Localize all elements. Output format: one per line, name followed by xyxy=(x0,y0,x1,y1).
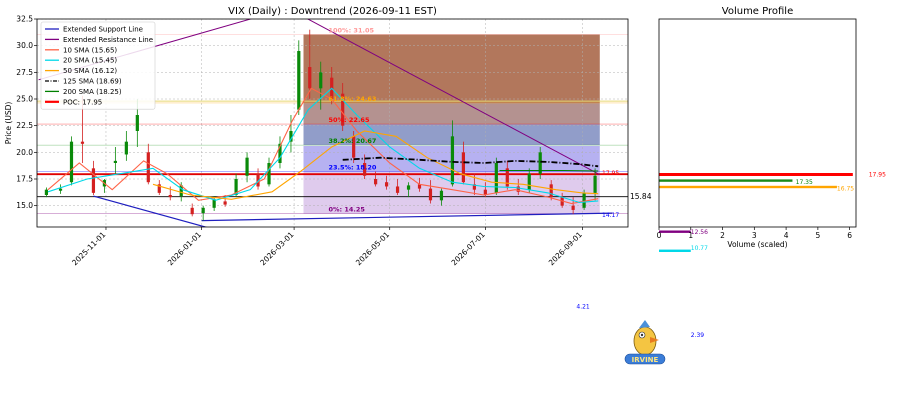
y-tick-label: 27.5 xyxy=(16,68,33,77)
candle-body xyxy=(308,67,312,89)
vp-chart-title: Volume Profile xyxy=(722,6,793,17)
price-level-label: 15.84 xyxy=(630,192,652,201)
volume-bar-label: 17.95 xyxy=(869,172,886,179)
candle-body xyxy=(571,205,575,210)
fib-band xyxy=(303,34,600,103)
vp-x-tick-label: 2 xyxy=(720,231,725,240)
price-level-label: 17.95 xyxy=(602,170,619,177)
fib-label: 38.2%: 20.67 xyxy=(328,137,376,145)
vp-x-tick-label: 0 xyxy=(657,231,662,240)
x-tick-label: 2026-09-01 xyxy=(547,230,584,267)
fib-label: 61.8%: 24.63 xyxy=(328,95,376,103)
candle-body xyxy=(58,188,63,191)
watermark-logo: IRVINE xyxy=(624,320,666,365)
candle-body xyxy=(395,186,400,193)
candle-body xyxy=(190,207,194,215)
candle-body xyxy=(439,190,444,201)
y-tick-label: 20.0 xyxy=(16,148,33,157)
chart-title: VIX (Daily) : Downtrend (2026-09-11 EST) xyxy=(228,6,437,17)
x-tick-label: 2026-07-01 xyxy=(450,230,487,267)
logo-bird-pupil xyxy=(640,333,644,337)
logo-wordmark: IRVINE xyxy=(632,356,659,364)
vp-plot-background xyxy=(659,19,856,227)
candle-body xyxy=(319,72,323,89)
legend-label: 50 SMA (16.12) xyxy=(63,67,117,75)
legend-label: Extended Support Line xyxy=(63,26,143,34)
legend: Extended Support Line Extended Resistance… xyxy=(40,21,156,110)
volume-bar-label: 17.35 xyxy=(796,179,813,186)
candle-body xyxy=(450,136,455,185)
candle-body xyxy=(80,141,85,144)
candle-body xyxy=(549,184,553,198)
volume-bar-label: 2.39 xyxy=(691,332,705,339)
vp-x-tick-label: 4 xyxy=(784,231,789,240)
candle-body xyxy=(384,182,389,187)
x-tick-label: 2026-05-01 xyxy=(354,230,391,267)
candle-body xyxy=(461,152,465,183)
candle-body xyxy=(245,157,249,176)
candle-body xyxy=(124,141,128,155)
legend-label: Extended Resistance Line xyxy=(63,36,153,44)
y-axis-label: Price (USD) xyxy=(4,102,13,145)
fib-label: 0%: 14.25 xyxy=(328,206,365,214)
candle-body xyxy=(223,201,227,205)
x-tick-label: 2026-03-01 xyxy=(258,230,295,267)
volume-bar xyxy=(659,249,691,252)
price-chart: 0%: 14.25 23.5%: 18.20 38.2%: 20.67 50%: 22… xyxy=(4,6,652,267)
x-tick-label: 2025-11-01 xyxy=(70,230,107,267)
volume-bar xyxy=(659,230,691,233)
legend-label: 125 SMA (18.69) xyxy=(63,78,122,86)
fib-label: 50%: 22.65 xyxy=(328,116,369,124)
sma-line xyxy=(499,169,599,172)
candle-body xyxy=(44,189,49,195)
legend-label: 20 SMA (15.45) xyxy=(63,57,117,65)
candle-body xyxy=(113,160,117,163)
vp-x-axis-label: Volume (scaled) xyxy=(727,240,787,249)
candle-body xyxy=(527,173,531,190)
legend-label: 200 SMA (18.25) xyxy=(63,88,122,96)
y-tick-label: 22.5 xyxy=(16,121,33,130)
volume-bar xyxy=(659,185,837,189)
candle-body xyxy=(297,51,301,110)
candle-body xyxy=(91,168,96,193)
logo-bird-crest xyxy=(639,320,650,328)
y-tick-label: 32.5 xyxy=(16,15,33,24)
price-level-label: 14.17 xyxy=(602,212,619,219)
vp-x-tick-label: 1 xyxy=(688,231,693,240)
fib-label: 23.5%: 18.20 xyxy=(328,164,376,172)
chart-canvas: 0%: 14.25 23.5%: 18.20 38.2%: 20.67 50%: 22… xyxy=(4,6,886,365)
vp-x-tick-label: 3 xyxy=(752,231,757,240)
volume-bar-label: 16.75 xyxy=(837,186,854,193)
y-tick-label: 17.5 xyxy=(16,175,33,184)
candle-body xyxy=(406,185,411,190)
candle-body xyxy=(374,179,378,185)
volume-bar xyxy=(659,173,853,176)
volume-bar xyxy=(659,179,793,182)
candle-body xyxy=(135,115,139,131)
y-tick-label: 30.0 xyxy=(16,41,33,50)
volume-bar-label: 4.21 xyxy=(576,303,590,310)
vp-x-tick-label: 5 xyxy=(815,231,820,240)
candle-body xyxy=(582,192,586,208)
volume-bar-label: 12.56 xyxy=(691,229,708,236)
vp-x-tick-label: 6 xyxy=(847,231,852,240)
fib-label: 100%: 31.05 xyxy=(328,26,374,34)
x-tick-label: 2026-01-01 xyxy=(166,230,203,267)
volume-bar-label: 10.77 xyxy=(691,245,708,252)
legend-label: 10 SMA (15.65) xyxy=(63,46,117,54)
candle-body xyxy=(69,141,74,183)
candle-body xyxy=(146,152,150,183)
y-tick-label: 15.0 xyxy=(16,201,33,210)
y-tick-label: 25.0 xyxy=(16,95,33,104)
legend-label: POC: 17.95 xyxy=(63,98,102,106)
candle-body xyxy=(494,163,498,193)
candle-body xyxy=(428,188,433,201)
candle-body xyxy=(168,195,172,198)
candle-body xyxy=(593,175,597,193)
candle-body xyxy=(201,207,205,214)
